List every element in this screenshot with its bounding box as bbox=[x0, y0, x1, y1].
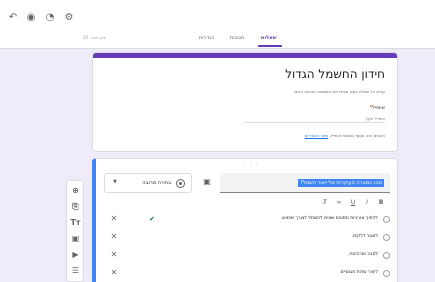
email-collection-note: הטופס הזה אוסף כתובות אימייל. שינוי ההגד… bbox=[305, 133, 385, 138]
add-image-icon[interactable]: ▣ bbox=[70, 233, 81, 244]
floating-side-toolbar: ⊕ ⎘ Tт ▣ ▶ ☰ bbox=[66, 180, 84, 282]
option-radio-icon bbox=[383, 234, 390, 241]
option-radio-icon bbox=[383, 216, 390, 223]
top-bar: ↶ ◉ ◔ ⚙ ציון מרבי: 10 הגדרות תגובות שאלו… bbox=[0, 0, 435, 49]
option-label[interactable]: ליצור שדות מגנטיים. bbox=[339, 270, 378, 275]
option-row[interactable]: לאגור דלקים. ✕ bbox=[96, 231, 397, 245]
remove-option-icon[interactable]: ✕ bbox=[110, 268, 118, 278]
option-radio-icon bbox=[383, 252, 390, 259]
email-label-text: אימייל bbox=[372, 105, 385, 111]
correct-answer-check-icon: ✔ bbox=[149, 215, 155, 223]
add-title-icon[interactable]: Tт bbox=[70, 217, 81, 228]
email-note-text: הטופס הזה אוסף כתובות אימייל. bbox=[329, 133, 386, 138]
question-title-field[interactable]: מהו המטרה העיקרית של ייצור חשמל? bbox=[220, 173, 390, 193]
option-row[interactable]: להפוך אנרגיות מסוגים שונים לחשמל לצורך ש… bbox=[96, 213, 397, 227]
add-video-icon[interactable]: ▶ bbox=[70, 249, 81, 260]
remove-option-icon[interactable]: ✕ bbox=[110, 250, 118, 260]
form-title[interactable]: חידון החשמל הגדול bbox=[285, 67, 385, 81]
bold-icon[interactable]: B bbox=[377, 199, 385, 206]
email-field[interactable] bbox=[245, 115, 385, 123]
link-icon[interactable]: ∞ bbox=[335, 199, 343, 206]
underline-icon[interactable]: U bbox=[349, 199, 357, 206]
form-description[interactable]: קראו כל שאלה בעיון ובחרו את התשובה הנכונ… bbox=[292, 89, 385, 94]
radio-button-icon bbox=[176, 179, 185, 188]
option-label[interactable]: להפוך אנרגיות מסוגים שונים לחשמל לצורך ש… bbox=[281, 216, 378, 221]
form-header-card[interactable]: חידון החשמל הגדול קראו כל שאלה בעיון ובח… bbox=[92, 52, 398, 152]
option-row[interactable]: לסבב טורבינות. ✕ bbox=[96, 249, 397, 263]
active-tab-indicator bbox=[258, 45, 282, 47]
points-note: ציון מרבי: 10 bbox=[83, 35, 106, 40]
email-label: אימייל* bbox=[370, 105, 385, 111]
question-text[interactable]: מהו המטרה העיקרית של ייצור חשמל? bbox=[298, 179, 384, 187]
question-type-select[interactable]: בחירה מרובה ▼ bbox=[104, 173, 192, 193]
change-settings-link[interactable]: שינוי ההגדרות bbox=[305, 133, 329, 138]
tab-settings[interactable]: הגדרות bbox=[199, 35, 215, 41]
option-radio-icon bbox=[383, 270, 390, 277]
accent-strip bbox=[93, 53, 397, 58]
option-label[interactable]: לסבב טורבינות. bbox=[348, 252, 378, 257]
drag-handle-icon[interactable]: ⋮⋮⋮ bbox=[242, 162, 260, 168]
option-label[interactable]: לאגור דלקים. bbox=[352, 234, 378, 239]
remove-option-icon[interactable]: ✕ bbox=[110, 232, 118, 242]
question-card[interactable]: ⋮⋮⋮ מהו המטרה העיקרית של ייצור חשמל? ▣ ב… bbox=[92, 158, 398, 282]
tab-bar: ציון מרבי: 10 הגדרות תגובות שאלות bbox=[0, 0, 435, 49]
import-questions-icon[interactable]: ⎘ bbox=[70, 201, 81, 212]
add-section-icon[interactable]: ☰ bbox=[70, 265, 81, 276]
clear-format-icon[interactable]: T̸ bbox=[321, 199, 329, 206]
italic-icon[interactable]: I bbox=[363, 199, 371, 206]
option-row[interactable]: ליצור שדות מגנטיים. ✕ bbox=[96, 267, 397, 281]
add-image-icon[interactable]: ▣ bbox=[202, 177, 212, 187]
question-type-label: בחירה מרובה bbox=[142, 180, 171, 186]
add-question-icon[interactable]: ⊕ bbox=[70, 185, 81, 196]
tab-responses[interactable]: תגובות bbox=[230, 35, 244, 41]
chevron-down-icon: ▼ bbox=[113, 179, 117, 185]
remove-option-icon[interactable]: ✕ bbox=[110, 214, 118, 224]
tab-questions[interactable]: שאלות bbox=[261, 35, 277, 41]
